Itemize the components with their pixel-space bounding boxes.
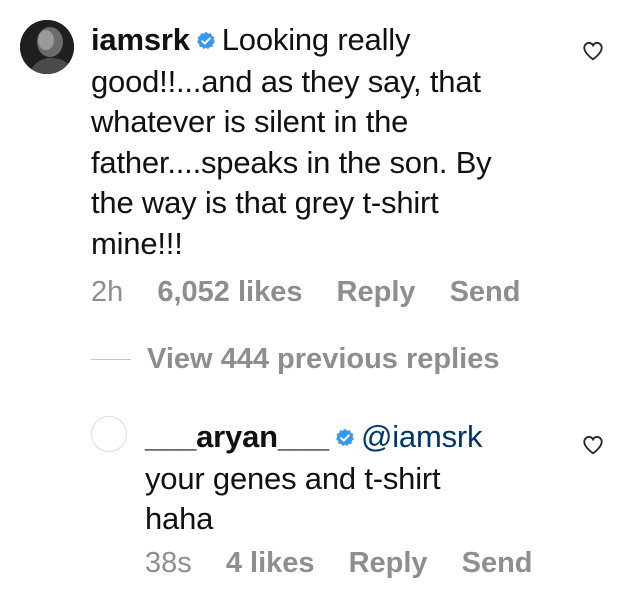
comment-meta: 2h 6,052 likes Reply Send (91, 276, 546, 309)
reply-meta: 38s 4 likes Reply Send (145, 547, 559, 580)
reply-username[interactable]: ___aryan___ (145, 419, 329, 454)
view-replies-label: View 444 previous replies (147, 343, 500, 375)
reply-button[interactable]: Reply (349, 547, 428, 579)
avatar[interactable] (20, 20, 74, 74)
comment-line: Looking really (221, 22, 411, 57)
divider-line (91, 358, 131, 361)
comment-likes[interactable]: 6,052 likes (157, 276, 302, 308)
reply-line: haha (145, 501, 214, 536)
avatar-photo-icon (20, 20, 74, 74)
send-button[interactable]: Send (462, 547, 533, 579)
send-button[interactable]: Send (450, 276, 521, 308)
reply-text: ___aryan___ @iamsrk your genes and t-shir… (145, 417, 565, 540)
verified-badge-icon (196, 21, 216, 62)
comment-line: whatever is silent in the (91, 104, 409, 139)
comment-line: mine!!! (91, 225, 183, 261)
comment-time: 2h (91, 276, 124, 308)
reply-time: 38s (145, 547, 192, 579)
comment-line: good!!...and as they say, that (91, 63, 481, 99)
view-previous-replies[interactable]: View 444 previous replies (91, 343, 500, 376)
comment-line: father....speaks in the son. By (91, 144, 492, 180)
mention-link[interactable]: @iamsrk (361, 419, 483, 454)
like-heart-icon[interactable] (582, 434, 604, 456)
like-heart-icon[interactable] (582, 40, 604, 62)
reply-line: your genes and t-shirt (145, 460, 441, 496)
reply-button[interactable]: Reply (337, 276, 416, 308)
comment-line: the way is that grey t-shirt (91, 185, 439, 220)
comment-text: iamsrk Looking really good!!...and as the… (91, 20, 541, 264)
comment-username[interactable]: iamsrk (91, 22, 190, 57)
reply-avatar[interactable] (91, 416, 127, 452)
reply-likes[interactable]: 4 likes (226, 547, 315, 579)
verified-badge-icon (335, 418, 355, 459)
